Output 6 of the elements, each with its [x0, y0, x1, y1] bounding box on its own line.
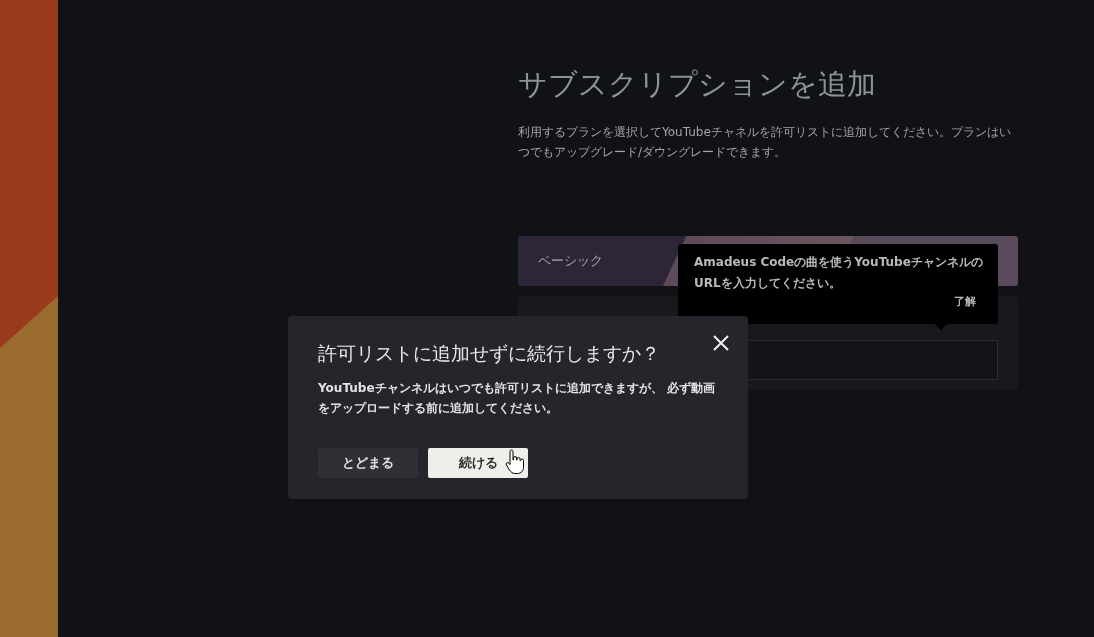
plan-name: ベーシック	[538, 252, 603, 270]
page-title: サブスクリプションを追加	[518, 66, 877, 103]
tooltip-text: Amadeus Codeの曲を使うYouTubeチャンネルのURLを入力してください。	[694, 254, 984, 292]
dialog-title: 許可リストに追加せずに続行しますか？	[318, 342, 661, 366]
page-description: 利用するプランを選択してYouTubeチャネルを許可リストに追加してください。プランはいつでもアップグレード/ダウングレードできます。	[518, 124, 1012, 161]
dialog-message: YouTubeチャンネルはいつでも許可リストに追加できますが、 必ず動画をアップロードする前に追加してください。	[318, 380, 716, 417]
